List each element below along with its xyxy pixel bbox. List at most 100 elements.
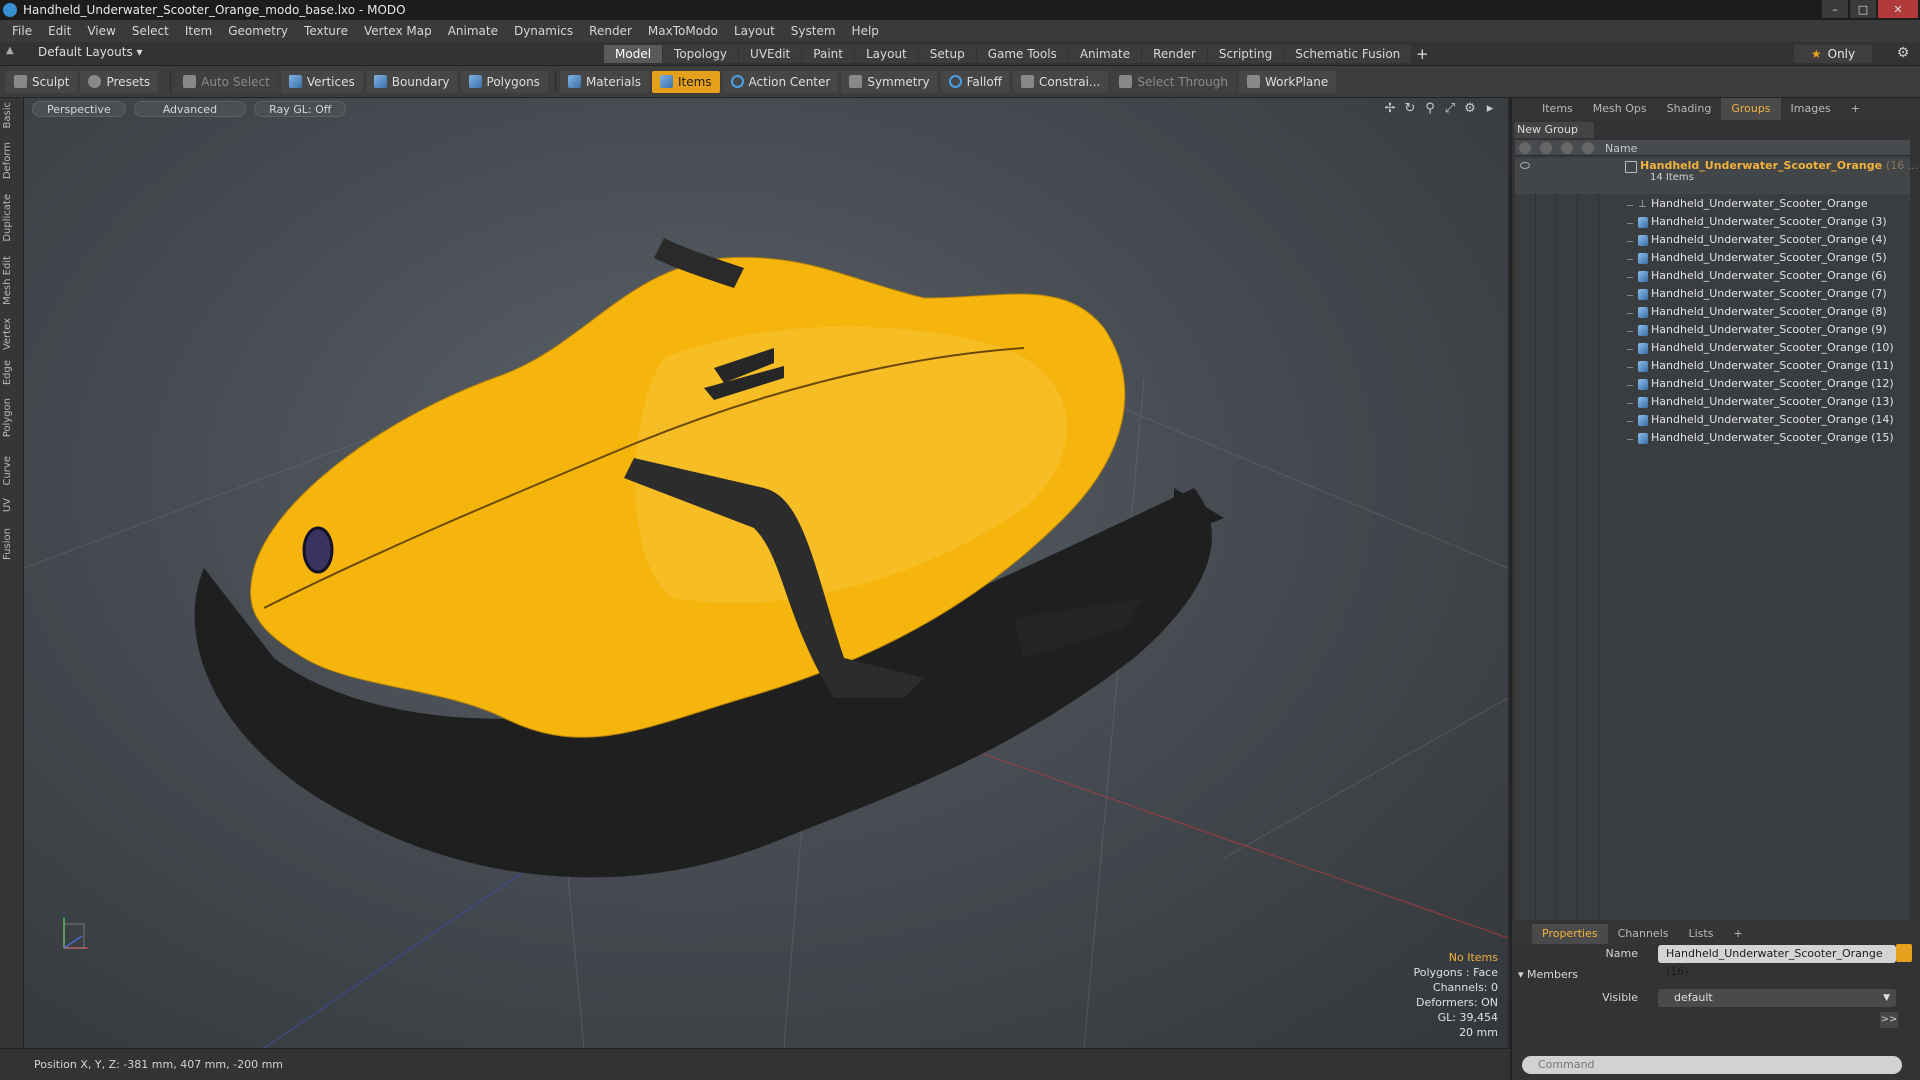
select-through-button[interactable]: Select Through: [1111, 70, 1236, 93]
tab-topology[interactable]: Topology: [663, 45, 739, 63]
list-item[interactable]: Handheld_Underwater_Scooter_Orange (7): [1515, 286, 1910, 304]
vtab-vertex[interactable]: Vertex: [2, 318, 22, 350]
list-item[interactable]: Handheld_Underwater_Scooter_Orange (12): [1515, 376, 1910, 394]
members-section[interactable]: ▾ Members: [1518, 968, 1578, 981]
expand-button[interactable]: >>: [1880, 1012, 1898, 1028]
constraints-button[interactable]: Constrai...: [1013, 70, 1109, 93]
command-input[interactable]: Command: [1522, 1056, 1902, 1074]
tab-uvedit[interactable]: UVEdit: [739, 45, 802, 63]
group-row[interactable]: Handheld_Underwater_Scooter_Orange (16 .…: [1515, 158, 1918, 194]
pan-icon[interactable]: ✢: [1382, 101, 1398, 117]
list-item[interactable]: Handheld_Underwater_Scooter_Orange (4): [1515, 232, 1910, 250]
menu-select[interactable]: Select: [124, 20, 177, 42]
viewport-menu-arrow-icon[interactable]: ▸: [1482, 101, 1498, 117]
auto-select-button[interactable]: Auto Select: [175, 70, 278, 93]
shading-mode-button[interactable]: Advanced: [133, 101, 247, 117]
visible-select[interactable]: default ▼: [1658, 989, 1896, 1007]
tab-paint[interactable]: Paint: [802, 45, 854, 63]
menu-item[interactable]: Item: [177, 20, 220, 42]
list-item[interactable]: Handheld_Underwater_Scooter_Orange (8): [1515, 304, 1910, 322]
workplane-button[interactable]: WorkPlane: [1238, 70, 1337, 93]
list-item[interactable]: Handheld_Underwater_Scooter_Orange (11): [1515, 358, 1910, 376]
presets-button[interactable]: Presets: [80, 70, 159, 93]
tab-setup[interactable]: Setup: [918, 45, 976, 63]
menu-animate[interactable]: Animate: [440, 20, 506, 42]
menu-render[interactable]: Render: [581, 20, 640, 42]
tab-lists[interactable]: Lists: [1679, 924, 1724, 944]
list-item[interactable]: Handheld_Underwater_Scooter_Orange (14): [1515, 412, 1910, 430]
menu-geometry[interactable]: Geometry: [220, 20, 296, 42]
materials-button[interactable]: Materials: [559, 70, 649, 93]
rotate-icon[interactable]: ↻: [1402, 101, 1418, 117]
list-item[interactable]: ⊥ Handheld_Underwater_Scooter_Orange: [1515, 196, 1910, 214]
visibility-eye-icon[interactable]: [1520, 162, 1530, 169]
name-field[interactable]: Handheld_Underwater_Scooter_Orange (16): [1658, 945, 1896, 978]
tab-channels[interactable]: Channels: [1608, 924, 1679, 944]
menu-system[interactable]: System: [783, 20, 844, 42]
vertices-button[interactable]: Vertices: [280, 70, 363, 93]
action-center-button[interactable]: Action Center: [722, 70, 839, 93]
zoom-icon[interactable]: ⚲: [1422, 101, 1438, 117]
close-button[interactable]: ✕: [1878, 0, 1918, 18]
list-item[interactable]: Handheld_Underwater_Scooter_Orange (3): [1515, 214, 1910, 232]
tab-shading[interactable]: Shading: [1657, 98, 1722, 120]
layouts-dropdown[interactable]: ▲ Default Layouts ▾: [6, 45, 143, 59]
tab-scripting[interactable]: Scripting: [1207, 45, 1284, 63]
list-item[interactable]: Handheld_Underwater_Scooter_Orange (10): [1515, 340, 1910, 358]
vtab-edge[interactable]: Edge: [2, 360, 22, 385]
add-props-tab-button[interactable]: +: [1723, 924, 1752, 944]
raygl-toggle[interactable]: Ray GL: Off: [254, 101, 347, 117]
tab-render[interactable]: Render: [1142, 45, 1207, 63]
add-panel-tab-button[interactable]: +: [1841, 98, 1870, 120]
menu-texture[interactable]: Texture: [296, 20, 356, 42]
tab-layout[interactable]: Layout: [854, 45, 918, 63]
vtab-mesh-edit[interactable]: Mesh Edit: [2, 256, 22, 305]
minimize-button[interactable]: –: [1822, 0, 1848, 18]
sculpt-button[interactable]: Sculpt: [6, 70, 78, 93]
tab-schematic-fusion[interactable]: Schematic Fusion: [1284, 45, 1412, 63]
symmetry-button[interactable]: Symmetry: [841, 70, 938, 93]
list-item[interactable]: Handheld_Underwater_Scooter_Orange (6): [1515, 268, 1910, 286]
menu-file[interactable]: File: [4, 20, 40, 42]
menu-edit[interactable]: Edit: [40, 20, 79, 42]
name-column-header[interactable]: Name: [1605, 142, 1637, 155]
menu-vertex-map[interactable]: Vertex Map: [356, 20, 440, 42]
tab-game-tools[interactable]: Game Tools: [976, 45, 1068, 63]
menu-view[interactable]: View: [79, 20, 123, 42]
list-item[interactable]: Handheld_Underwater_Scooter_Orange (5): [1515, 250, 1910, 268]
tab-model[interactable]: Model: [604, 45, 663, 63]
menu-help[interactable]: Help: [844, 20, 887, 42]
viewport-gear-icon[interactable]: ⚙: [1462, 101, 1478, 117]
new-group-button[interactable]: New Group: [1514, 122, 1594, 138]
vtab-basic[interactable]: Basic: [2, 102, 22, 128]
menu-layout[interactable]: Layout: [726, 20, 783, 42]
tab-images[interactable]: Images: [1781, 98, 1841, 120]
tab-mesh-ops[interactable]: Mesh Ops: [1583, 98, 1657, 120]
boundary-button[interactable]: Boundary: [365, 70, 458, 93]
vtab-duplicate[interactable]: Duplicate: [2, 194, 22, 242]
list-item[interactable]: Handheld_Underwater_Scooter_Orange (13): [1515, 394, 1910, 412]
falloff-button[interactable]: Falloff: [940, 70, 1010, 93]
fit-icon[interactable]: ⤢: [1442, 101, 1458, 117]
polygons-button[interactable]: Polygons: [460, 70, 548, 93]
menu-maxtomodo[interactable]: MaxToModo: [640, 20, 726, 42]
vtab-uv[interactable]: UV: [2, 498, 22, 512]
tab-items[interactable]: Items: [1532, 98, 1583, 120]
menu-dynamics[interactable]: Dynamics: [506, 20, 581, 42]
vtab-fusion[interactable]: Fusion: [2, 528, 22, 560]
view-mode-button[interactable]: Perspective: [32, 101, 126, 117]
list-item[interactable]: Handheld_Underwater_Scooter_Orange (9): [1515, 322, 1910, 340]
vtab-polygon[interactable]: Polygon: [2, 398, 22, 437]
tab-properties[interactable]: Properties: [1532, 924, 1608, 944]
color-swatch[interactable]: [1896, 944, 1912, 962]
items-button[interactable]: Items: [651, 70, 720, 93]
add-tab-button[interactable]: +: [1412, 45, 1432, 63]
vtab-deform[interactable]: Deform: [2, 142, 22, 179]
gear-icon[interactable]: ⚙: [1894, 45, 1912, 63]
vtab-curve[interactable]: Curve: [2, 456, 22, 486]
tab-groups[interactable]: Groups: [1721, 98, 1781, 120]
viewport-3d[interactable]: Perspective Advanced Ray GL: Off ✢ ↻ ⚲ ⤢…: [24, 98, 1508, 1048]
maximize-button[interactable]: □: [1850, 0, 1876, 18]
list-item[interactable]: Handheld_Underwater_Scooter_Orange (15): [1515, 430, 1910, 448]
tab-animate[interactable]: Animate: [1068, 45, 1142, 63]
